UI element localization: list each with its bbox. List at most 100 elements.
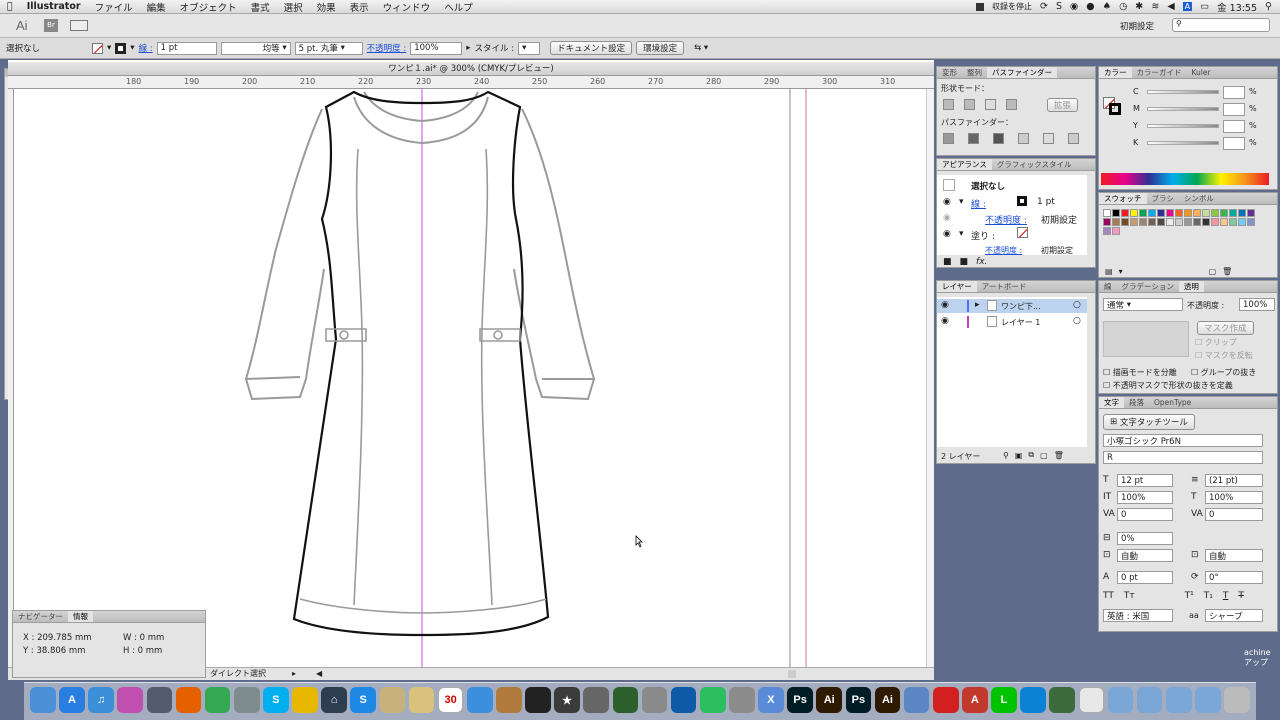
merge-icon[interactable]: [993, 133, 1004, 144]
swatch-libraries-icon[interactable]: ▤: [1105, 267, 1113, 276]
swatch[interactable]: [1220, 209, 1228, 217]
appearance-opacity2-label[interactable]: 不透明度 :: [985, 245, 1022, 256]
bluetooth-icon[interactable]: ✱: [1135, 1, 1143, 12]
opacity-visibility-icon[interactable]: ◉: [943, 213, 951, 223]
artboard[interactable]: [14, 89, 934, 667]
color-channel-slider[interactable]: [1147, 141, 1219, 145]
swatch[interactable]: [1202, 209, 1210, 217]
swatch[interactable]: [1121, 209, 1129, 217]
bridge-button[interactable]: Br: [44, 19, 58, 32]
home-icon[interactable]: ⌂: [321, 687, 347, 713]
swatch[interactable]: [1112, 227, 1120, 235]
apple-icon[interactable]: : [0, 1, 20, 12]
tab-gradient[interactable]: グラデーション: [1117, 281, 1179, 292]
leading-field[interactable]: (21 pt): [1205, 474, 1263, 487]
menu-window[interactable]: ウィンドウ: [376, 0, 438, 14]
calendar-icon[interactable]: 30: [437, 687, 464, 713]
volume-icon[interactable]: ◀: [1167, 1, 1174, 12]
green-app-icon[interactable]: [1049, 687, 1076, 713]
notes-icon[interactable]: [379, 687, 406, 713]
horizontal-ruler[interactable]: 180 190 200 210 220 230 240 250 260 270 280 290 300 3…: [8, 76, 934, 89]
subscript-icon[interactable]: T₁: [1204, 591, 1213, 601]
preview-icon[interactable]: [233, 687, 260, 713]
appearance-fill-label[interactable]: 塗り :: [971, 229, 995, 242]
menu-help[interactable]: ヘルプ: [437, 0, 480, 14]
color-spectrum[interactable]: [1101, 173, 1269, 185]
tab-color-guide[interactable]: カラーガイド: [1132, 67, 1187, 78]
illustrator-icon[interactable]: Ai: [816, 687, 843, 713]
new-layer-icon[interactable]: ▢: [1040, 451, 1048, 460]
timemachine-icon[interactable]: [612, 687, 639, 713]
language-dropdown[interactable]: 英語 : 米国: [1103, 609, 1173, 622]
tab-layers[interactable]: レイヤー: [937, 281, 977, 292]
launchpad-icon[interactable]: [146, 687, 173, 713]
tab-kuler[interactable]: Kuler: [1187, 67, 1216, 78]
a-app-icon[interactable]: A: [962, 687, 988, 713]
trash-icon[interactable]: [1224, 687, 1250, 713]
timemachine-menu-icon[interactable]: ◷: [1119, 1, 1127, 12]
outline-icon[interactable]: [1043, 133, 1054, 144]
tab-stroke[interactable]: 線: [1099, 281, 1117, 292]
superscript-icon[interactable]: T¹: [1185, 591, 1194, 601]
stroke-visibility-icon[interactable]: ◉: [943, 197, 951, 207]
tab-graphic-styles[interactable]: グラフィックスタイル: [992, 159, 1077, 170]
fill-dropdown-icon[interactable]: ▾: [107, 43, 111, 53]
scroll-left-icon[interactable]: ◀: [316, 668, 322, 680]
info-menu-icon[interactable]: ●: [1086, 1, 1094, 12]
tab-info[interactable]: 情報: [68, 611, 93, 622]
swatch[interactable]: [1148, 209, 1156, 217]
swatch[interactable]: [1103, 209, 1111, 217]
vertical-scrollbar[interactable]: [926, 89, 934, 667]
tab-artboards[interactable]: アートボード: [977, 281, 1032, 292]
folder4-icon[interactable]: [1195, 687, 1221, 713]
color-channel-slider[interactable]: [1147, 124, 1219, 128]
camera-icon[interactable]: [583, 687, 610, 713]
clip-checkbox[interactable]: ☐ クリップ: [1195, 337, 1237, 348]
swatch[interactable]: [1112, 218, 1120, 226]
small-caps-icon[interactable]: Tт: [1124, 591, 1135, 601]
font-style-dropdown[interactable]: R: [1103, 451, 1263, 464]
chrome-icon[interactable]: [204, 687, 231, 713]
new-sublayer-icon[interactable]: ⧉: [1028, 450, 1034, 460]
swatch[interactable]: [1229, 218, 1237, 226]
headset-icon[interactable]: ◉: [1070, 1, 1078, 12]
skype-menu-icon[interactable]: S: [1056, 1, 1062, 12]
swatch[interactable]: [1148, 218, 1156, 226]
swatch[interactable]: [1175, 218, 1183, 226]
unite-icon[interactable]: [943, 99, 954, 110]
layer-row[interactable]: ◉ レイヤー 1 ○: [937, 315, 1087, 329]
folder3-icon[interactable]: [1165, 687, 1192, 713]
appstore-icon[interactable]: A: [59, 687, 85, 713]
search-icon[interactable]: ⚲: [1265, 1, 1272, 12]
tab-color[interactable]: カラー: [1099, 67, 1132, 78]
layer-target-icon[interactable]: ○: [1073, 300, 1081, 310]
stroke-profile-dropdown[interactable]: 均等 ▾: [220, 41, 291, 55]
divide-icon[interactable]: [943, 133, 954, 144]
transparency-opacity-field[interactable]: 100%: [1239, 298, 1275, 311]
aki-right-dropdown[interactable]: 自動: [1205, 549, 1263, 562]
strikethrough-icon[interactable]: T: [1238, 591, 1244, 601]
rotation-field[interactable]: 0°: [1205, 571, 1263, 584]
menu-select[interactable]: 選択: [277, 0, 310, 14]
knockout-group-checkbox[interactable]: ☐ グループの抜き: [1191, 367, 1256, 378]
star-icon[interactable]: ★: [554, 687, 580, 713]
tsume-field[interactable]: 0%: [1117, 532, 1173, 545]
tab-align[interactable]: 整列: [962, 67, 987, 78]
illustrator2-icon[interactable]: Ai: [874, 687, 901, 713]
kerning-field[interactable]: 0: [1117, 508, 1173, 521]
evernote-icon[interactable]: [699, 687, 726, 713]
status-tool-label[interactable]: ダイレクト選択: [210, 668, 266, 680]
style-dropdown[interactable]: ▾: [518, 41, 541, 55]
add-stroke-icon[interactable]: ■: [943, 257, 952, 267]
make-mask-button[interactable]: マスク作成: [1197, 321, 1254, 335]
swatch[interactable]: [1193, 209, 1201, 217]
menu-effect[interactable]: 効果: [310, 0, 343, 14]
swatch[interactable]: [1175, 209, 1183, 217]
swatch[interactable]: [1157, 209, 1165, 217]
horizontal-scrollbar-thumb[interactable]: [788, 670, 796, 678]
skype-icon[interactable]: S: [263, 687, 289, 713]
new-swatch-icon[interactable]: ▢: [1209, 267, 1217, 276]
installer-icon[interactable]: [903, 687, 930, 713]
layer-row[interactable]: ◉ ▸ ワンピ下... ○: [937, 299, 1087, 313]
x-app-icon[interactable]: X: [758, 687, 784, 713]
